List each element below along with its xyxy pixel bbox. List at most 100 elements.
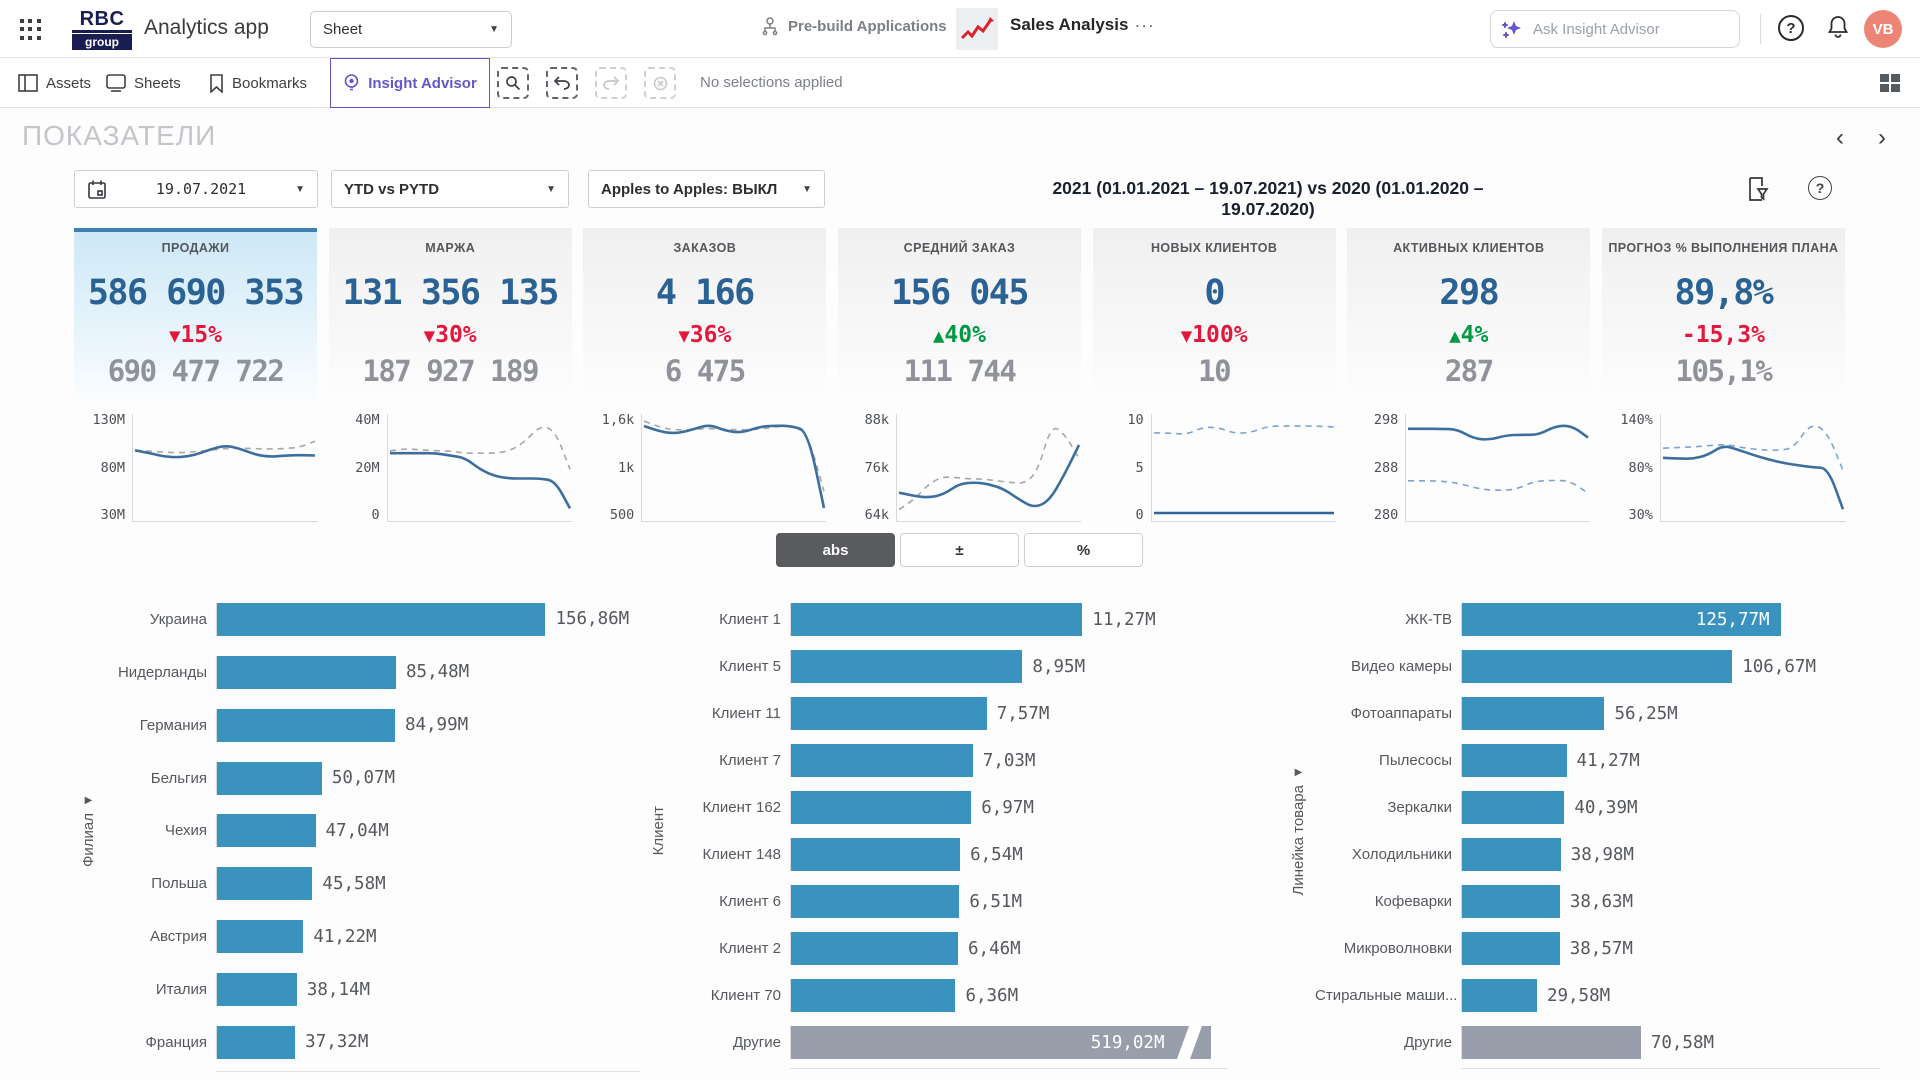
sheet-selector[interactable]: Sheet ▼ — [310, 11, 512, 48]
bar[interactable] — [791, 885, 959, 918]
kpi-card-3[interactable]: СРЕДНИЙ ЗАКАЗ156 045▲40%111 744 — [838, 228, 1081, 402]
sheet-grid-icon[interactable] — [1880, 74, 1900, 92]
bar[interactable] — [217, 603, 545, 636]
search-selections-icon[interactable] — [497, 67, 529, 99]
category-label[interactable]: Холодильники — [1315, 846, 1461, 863]
bar[interactable] — [1462, 744, 1567, 777]
bar[interactable] — [1462, 932, 1560, 965]
kpi-card-5[interactable]: АКТИВНЫХ КЛИЕНТОВ298▲4%287 — [1347, 228, 1590, 402]
bar[interactable] — [217, 867, 312, 900]
category-label[interactable]: Франция — [110, 1034, 216, 1051]
category-label[interactable]: Клиент 148 — [680, 846, 790, 863]
help-icon[interactable]: ? — [1778, 15, 1804, 41]
toggle-percent[interactable]: % — [1024, 533, 1143, 567]
bar[interactable] — [217, 709, 395, 742]
kpi-card-2[interactable]: ЗАКАЗОВ4 166▼36%6 475 — [583, 228, 826, 402]
category-label[interactable]: Другие — [680, 1034, 790, 1051]
insight-advisor-search[interactable] — [1490, 10, 1740, 48]
category-label[interactable]: Клиент 11 — [680, 705, 790, 722]
category-label[interactable]: Польша — [110, 875, 216, 892]
category-label[interactable]: Другие — [1315, 1034, 1461, 1051]
category-label[interactable]: Клиент 70 — [680, 987, 790, 1004]
kpi-card-4[interactable]: НОВЫХ КЛИЕНТОВ0▼100%10 — [1093, 228, 1336, 402]
category-label[interactable]: ЖК-ТВ — [1315, 611, 1461, 628]
bar[interactable] — [217, 656, 396, 689]
category-label[interactable]: Клиент 5 — [680, 658, 790, 675]
category-label[interactable]: Украина — [110, 611, 216, 628]
category-label[interactable]: Германия — [110, 717, 216, 734]
category-label[interactable]: Нидерланды — [110, 664, 216, 681]
category-label[interactable]: Пылесосы — [1315, 752, 1461, 769]
notifications-bell-icon[interactable] — [1826, 14, 1850, 40]
bar[interactable] — [1462, 650, 1732, 683]
current-app-name[interactable]: Sales Analysis — [1010, 15, 1128, 35]
category-label[interactable]: Чехия — [110, 822, 216, 839]
prebuild-applications-link[interactable]: Pre-build Applications — [760, 16, 947, 36]
category-label[interactable]: Клиент 162 — [680, 799, 790, 816]
bar[interactable] — [217, 920, 303, 953]
bar[interactable] — [791, 838, 960, 871]
tab-bookmarks[interactable]: Bookmarks — [205, 58, 311, 108]
sheet-help-icon[interactable]: ? — [1808, 176, 1832, 200]
bar[interactable] — [791, 932, 958, 965]
bar[interactable] — [791, 697, 987, 730]
bar[interactable]: 125,77M — [1462, 603, 1781, 636]
bar[interactable] — [1462, 791, 1564, 824]
bar[interactable] — [217, 1026, 295, 1059]
category-label[interactable]: Клиент 2 — [680, 940, 790, 957]
user-avatar[interactable]: VB — [1864, 10, 1902, 48]
app-menu-icon[interactable] — [20, 19, 42, 41]
more-options-button[interactable]: ... — [1135, 12, 1155, 32]
kpi-card-6[interactable]: ПРОГНОЗ % ВЫПОЛНЕНИЯ ПЛАНА89,8%-15,3%105… — [1602, 228, 1845, 402]
bar[interactable] — [791, 791, 971, 824]
kpi-card-1[interactable]: МАРЖА131 356 135▼30%187 927 189 — [329, 228, 572, 402]
category-label[interactable]: Клиент 7 — [680, 752, 790, 769]
category-label[interactable]: Зеркалки — [1315, 799, 1461, 816]
next-sheet-chevron[interactable]: › — [1878, 126, 1886, 150]
kpi-card-0[interactable]: ПРОДАЖИ586 690 353▼15%690 477 722 — [74, 228, 317, 402]
sparkline-3[interactable]: 88k76k64k — [838, 412, 1081, 528]
bar[interactable] — [791, 650, 1022, 683]
search-input[interactable] — [1533, 21, 1703, 38]
expand-arrow-icon[interactable]: ▶ — [85, 795, 93, 806]
toggle-abs[interactable]: abs — [776, 533, 895, 567]
bar[interactable] — [217, 973, 297, 1006]
bar[interactable]: 519,02M — [791, 1026, 1211, 1059]
tab-sheets[interactable]: Sheets — [102, 58, 185, 108]
bar[interactable] — [1462, 885, 1560, 918]
bar[interactable] — [791, 979, 955, 1012]
category-label[interactable]: Клиент 6 — [680, 893, 790, 910]
date-filter[interactable]: 19.07.2021 ▼ — [74, 170, 318, 208]
sparkline-0[interactable]: 130M80M30M — [74, 412, 317, 528]
category-label[interactable]: Австрия — [110, 928, 216, 945]
tab-insight-advisor[interactable]: Insight Advisor — [330, 58, 490, 108]
category-label[interactable]: Видео камеры — [1315, 658, 1461, 675]
comparison-filter[interactable]: YTD vs PYTD ▼ — [331, 170, 569, 208]
category-label[interactable]: Стиральные маши... — [1315, 987, 1461, 1004]
export-icon[interactable] — [1746, 176, 1770, 202]
sparkline-1[interactable]: 40M20M0 — [329, 412, 572, 528]
category-label[interactable]: Италия — [110, 981, 216, 998]
bar[interactable] — [791, 744, 973, 777]
category-label[interactable]: Кофеварки — [1315, 893, 1461, 910]
toggle-delta[interactable]: ± — [900, 533, 1019, 567]
category-label[interactable]: Клиент 1 — [680, 611, 790, 628]
expand-arrow-icon[interactable]: ▶ — [1295, 767, 1303, 778]
tab-assets[interactable]: Assets — [14, 58, 95, 108]
apples-to-apples-filter[interactable]: Apples to Apples: ВЫКЛ ▼ — [588, 170, 825, 208]
bar[interactable] — [1462, 838, 1561, 871]
prev-sheet-chevron[interactable]: ‹ — [1836, 126, 1844, 150]
category-label[interactable]: Фотоаппараты — [1315, 705, 1461, 722]
bar[interactable] — [217, 814, 316, 847]
sparkline-5[interactable]: 298288280 — [1347, 412, 1590, 528]
sparkline-4[interactable]: 1050 — [1093, 412, 1336, 528]
sales-analysis-thumbnail[interactable] — [956, 8, 998, 50]
bar[interactable] — [217, 762, 322, 795]
sparkline-6[interactable]: 140%80%30% — [1602, 412, 1845, 528]
bar[interactable] — [1462, 979, 1537, 1012]
bar[interactable] — [791, 603, 1082, 636]
sparkline-2[interactable]: 1,6k1k500 — [583, 412, 826, 528]
category-label[interactable]: Бельгия — [110, 770, 216, 787]
bar[interactable] — [1462, 697, 1604, 730]
step-back-icon[interactable] — [546, 67, 578, 99]
